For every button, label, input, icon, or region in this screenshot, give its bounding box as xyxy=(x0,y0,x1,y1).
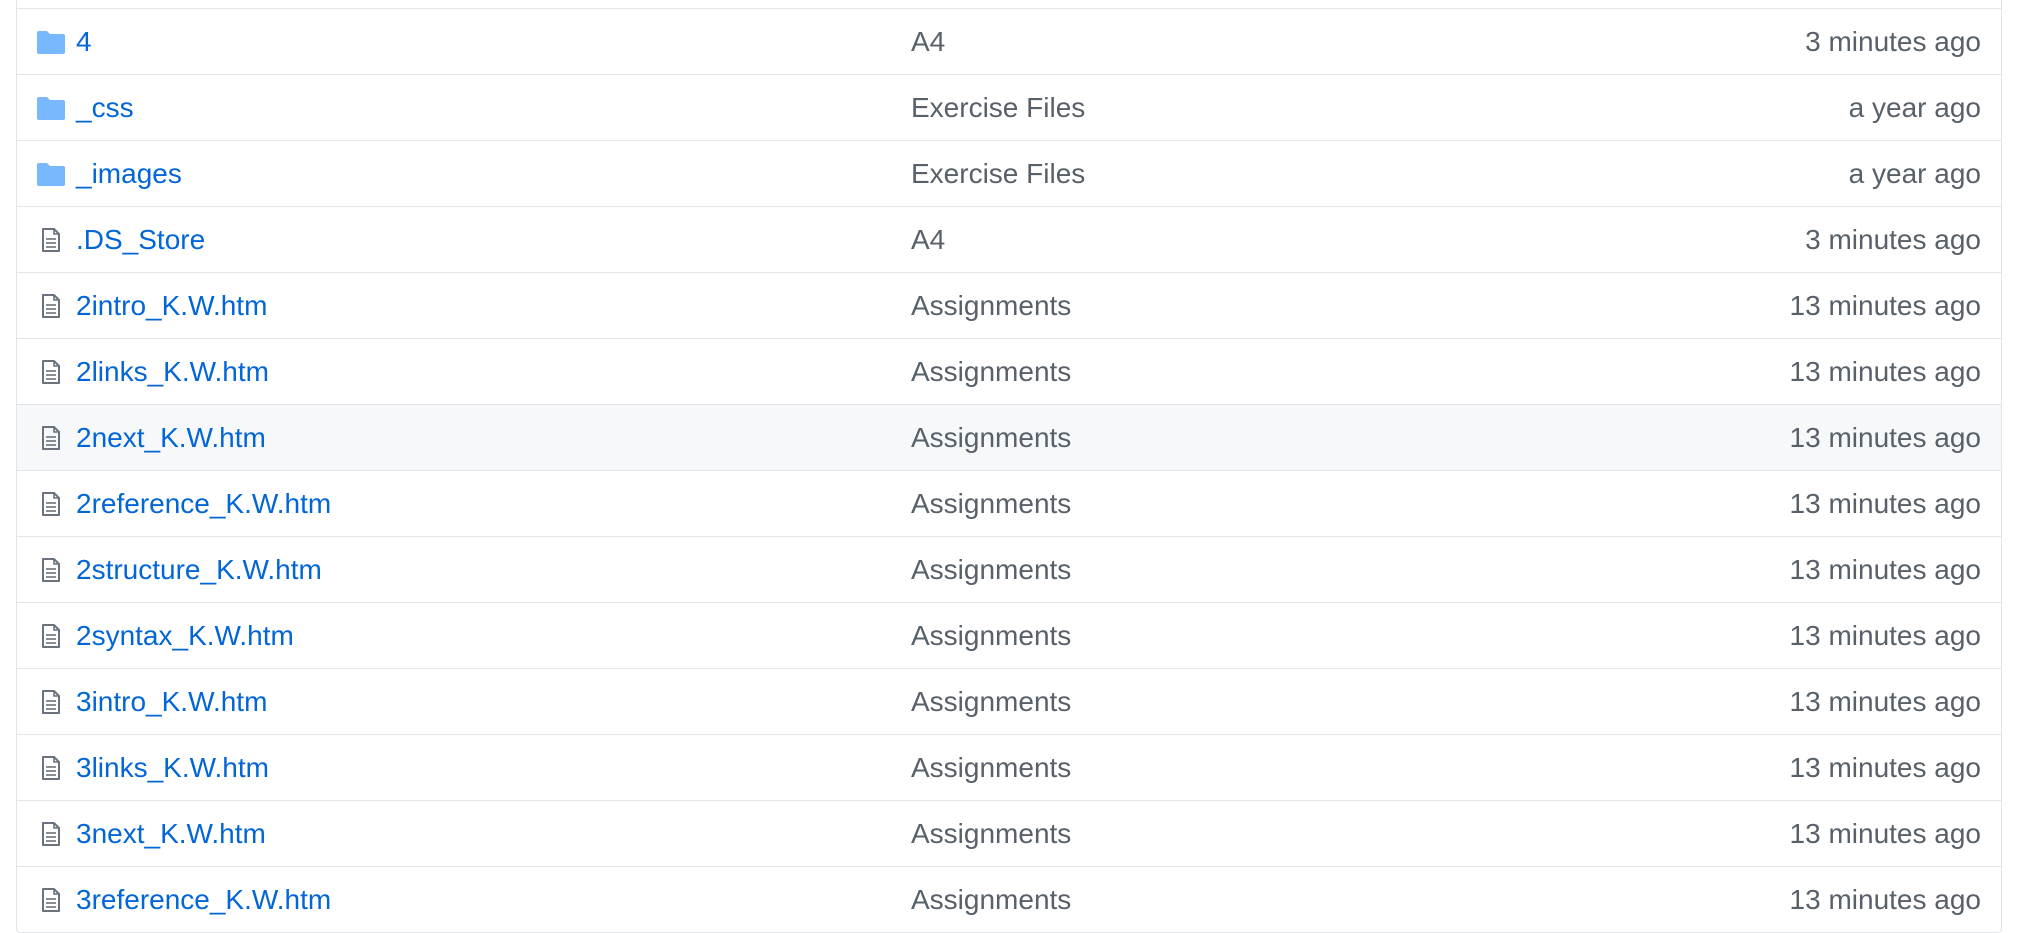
file-icon xyxy=(37,426,65,450)
commit-message-link[interactable]: A4 xyxy=(911,224,945,256)
commit-message-link[interactable]: Assignments xyxy=(911,422,1071,454)
file-row[interactable]: 2intro_K.W.htm Assignments 13 minutes ago xyxy=(17,272,2001,338)
commit-age: 13 minutes ago xyxy=(1789,620,1981,651)
file-row[interactable]: 3next_K.W.htm Assignments 13 minutes ago xyxy=(17,800,2001,866)
commit-message-link[interactable]: Exercise Files xyxy=(911,92,1085,124)
file-icon xyxy=(37,228,65,252)
folder-icon xyxy=(37,30,65,54)
file-row[interactable]: 3intro_K.W.htm Assignments 13 minutes ago xyxy=(17,668,2001,734)
file-row[interactable]: 3reference_K.W.htm Assignments 13 minutes … xyxy=(17,866,2001,932)
file-link[interactable]: 2structure_K.W.htm xyxy=(76,554,322,586)
commit-age: 13 minutes ago xyxy=(1789,752,1981,783)
folder-link[interactable]: _images xyxy=(76,158,182,190)
file-link[interactable]: 3reference_K.W.htm xyxy=(76,884,331,916)
commit-age: a year ago xyxy=(1848,92,1981,123)
file-row[interactable]: 2reference_K.W.htm Assignments 13 minutes … xyxy=(17,470,2001,536)
commit-age: 13 minutes ago xyxy=(1789,290,1981,321)
file-link[interactable]: 2syntax_K.W.htm xyxy=(76,620,294,652)
file-row[interactable]: 2structure_K.W.htm Assignments 13 minutes … xyxy=(17,536,2001,602)
commit-message-link[interactable]: Assignments xyxy=(911,356,1071,388)
folder-link[interactable]: _css xyxy=(76,92,134,124)
file-link[interactable]: 2intro_K.W.htm xyxy=(76,290,267,322)
file-link[interactable]: 3next_K.W.htm xyxy=(76,818,266,850)
commit-message-link[interactable]: Assignments xyxy=(911,488,1071,520)
commit-age: a year ago xyxy=(1848,158,1981,189)
commit-age: 13 minutes ago xyxy=(1789,356,1981,387)
folder-icon xyxy=(37,96,65,120)
commit-message-link[interactable]: Exercise Files xyxy=(911,158,1085,190)
commit-message-link[interactable]: Assignments xyxy=(911,686,1071,718)
file-link[interactable]: 2next_K.W.htm xyxy=(76,422,266,454)
file-link[interactable]: 3links_K.W.htm xyxy=(76,752,269,784)
file-row[interactable]: _images Exercise Files a year ago xyxy=(17,140,2001,206)
file-icon xyxy=(37,822,65,846)
commit-message-link[interactable]: Assignments xyxy=(911,818,1071,850)
file-link[interactable]: 3intro_K.W.htm xyxy=(76,686,267,718)
file-icon xyxy=(37,756,65,780)
file-row[interactable]: 3links_K.W.htm Assignments 13 minutes ago xyxy=(17,734,2001,800)
file-link[interactable]: 2links_K.W.htm xyxy=(76,356,269,388)
commit-age: 13 minutes ago xyxy=(1789,422,1981,453)
commit-message-link[interactable]: Assignments xyxy=(911,620,1071,652)
file-row[interactable]: 4 A4 3 minutes ago xyxy=(17,8,2001,74)
file-icon xyxy=(37,360,65,384)
commit-message-link[interactable]: A4 xyxy=(911,26,945,58)
file-link[interactable]: .DS_Store xyxy=(76,224,205,256)
commit-message-link[interactable]: Assignments xyxy=(911,290,1071,322)
file-link[interactable]: 2reference_K.W.htm xyxy=(76,488,331,520)
file-icon xyxy=(37,690,65,714)
commit-age: 13 minutes ago xyxy=(1789,884,1981,915)
file-row[interactable]: 2syntax_K.W.htm Assignments 13 minutes ago xyxy=(17,602,2001,668)
file-icon xyxy=(37,888,65,912)
commit-age: 13 minutes ago xyxy=(1789,554,1981,585)
commit-age: 13 minutes ago xyxy=(1789,686,1981,717)
file-icon xyxy=(37,294,65,318)
commit-age: 13 minutes ago xyxy=(1789,818,1981,849)
file-icon xyxy=(37,492,65,516)
file-icon xyxy=(37,558,65,582)
file-list-table: 4 A4 3 minutes ago _css Exercise Files a year… xyxy=(16,0,2002,933)
file-row[interactable]: _css Exercise Files a year ago xyxy=(17,74,2001,140)
commit-age: 13 minutes ago xyxy=(1789,488,1981,519)
commit-age: 3 minutes ago xyxy=(1805,224,1981,255)
file-row[interactable]: 2links_K.W.htm Assignments 13 minutes ago xyxy=(17,338,2001,404)
commit-age: 3 minutes ago xyxy=(1805,26,1981,57)
commit-message-link[interactable]: Assignments xyxy=(911,554,1071,586)
file-icon xyxy=(37,624,65,648)
folder-icon xyxy=(37,162,65,186)
file-row[interactable]: .DS_Store A4 3 minutes ago xyxy=(17,206,2001,272)
file-row[interactable]: 2next_K.W.htm Assignments 13 minutes ago xyxy=(17,404,2001,470)
commit-message-link[interactable]: Assignments xyxy=(911,884,1071,916)
folder-link[interactable]: 4 xyxy=(76,26,92,58)
commit-message-link[interactable]: Assignments xyxy=(911,752,1071,784)
